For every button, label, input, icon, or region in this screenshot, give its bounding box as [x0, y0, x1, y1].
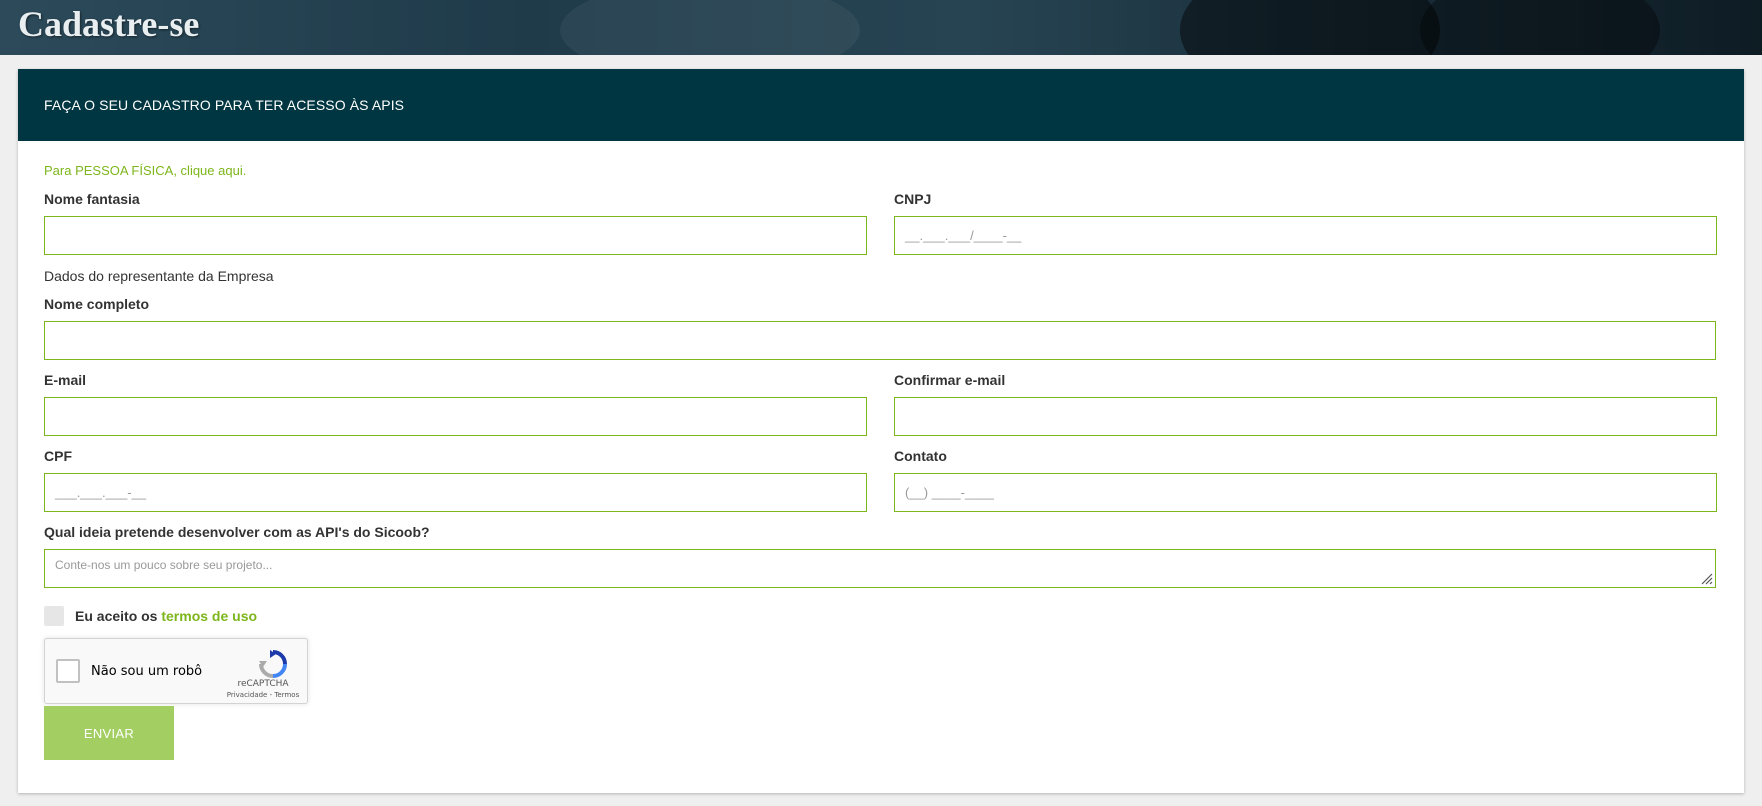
terms-link[interactable]: termos de uso [161, 608, 257, 624]
nome-completo-input[interactable] [44, 321, 1716, 360]
ideia-label: Qual ideia pretende desenvolver com as A… [44, 524, 430, 540]
contato-label: Contato [894, 448, 947, 464]
nome-fantasia-input[interactable] [44, 216, 867, 255]
hero-background-shape [1180, 0, 1440, 55]
cnpj-input[interactable]: __.___.___/____-__ [894, 216, 1717, 255]
contato-input[interactable]: (__) ____-____ [894, 473, 1717, 512]
ideia-placeholder: Conte-nos um pouco sobre seu projeto... [55, 558, 273, 572]
recaptcha-label: Não sou um robô [91, 664, 203, 679]
cpf-input[interactable]: ___.___.___-__ [44, 473, 867, 512]
hero-banner: Cadastre-se [0, 0, 1762, 55]
cpf-label: CPF [44, 448, 72, 464]
email-input[interactable] [44, 397, 867, 436]
ideia-textarea[interactable]: Conte-nos um pouco sobre seu projeto... [44, 549, 1716, 588]
representante-note: Dados do representante da Empresa [44, 268, 274, 284]
cnpj-label: CNPJ [894, 191, 932, 207]
page-title: Cadastre-se [18, 4, 200, 44]
hero-background-shape [560, 0, 860, 55]
submit-button[interactable]: ENVIAR [44, 706, 174, 760]
recaptcha-logo-icon [259, 650, 287, 678]
confirmar-email-label: Confirmar e-mail [894, 372, 1006, 388]
terms-label: Eu aceito os termos de uso [75, 608, 257, 624]
terms-checkbox[interactable] [44, 606, 64, 626]
resize-handle-icon[interactable] [1699, 571, 1713, 585]
pessoa-fisica-link[interactable]: Para PESSOA FÍSICA, clique aqui. [44, 163, 246, 178]
signup-card: FAÇA O SEU CADASTRO PARA TER ACESSO ÀS A… [18, 69, 1744, 793]
hero-background-shape [1420, 0, 1660, 55]
nome-fantasia-label: Nome fantasia [44, 191, 140, 207]
recaptcha-terms[interactable]: Privacidade - Termos [215, 691, 311, 699]
email-label: E-mail [44, 372, 87, 388]
nome-completo-label: Nome completo [44, 296, 150, 312]
confirmar-email-input[interactable] [894, 397, 1717, 436]
recaptcha-widget: Não sou um robô reCAPTCHA Privacidade - … [44, 638, 308, 704]
recaptcha-checkbox[interactable] [56, 659, 80, 683]
card-header: FAÇA O SEU CADASTRO PARA TER ACESSO ÀS A… [18, 69, 1744, 141]
recaptcha-brand: reCAPTCHA [237, 679, 289, 689]
terms-prefix: Eu aceito os [75, 608, 162, 624]
